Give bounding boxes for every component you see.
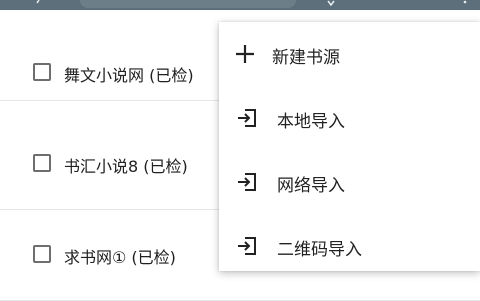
menu-item-qrcode-import[interactable]: 二维码导入: [219, 214, 480, 278]
import-icon: [238, 109, 256, 127]
source-name: 求书网① (已检): [64, 248, 176, 267]
overflow-menu: 新建书源 本地导入 网络导入 二维码导入: [219, 22, 480, 271]
menu-item-new-source[interactable]: 新建书源: [219, 22, 480, 86]
app-toolbar: [0, 0, 480, 10]
menu-item-label: 本地导入: [277, 112, 345, 132]
source-name: 书汇小说8 (已检): [64, 157, 188, 176]
source-checkbox[interactable]: [33, 245, 51, 263]
sort-icon[interactable]: [326, 0, 336, 6]
more-vert-icon[interactable]: [460, 0, 470, 6]
source-checkbox[interactable]: [33, 63, 51, 81]
import-icon: [238, 237, 256, 255]
menu-item-label: 网络导入: [277, 176, 345, 196]
menu-item-label: 二维码导入: [277, 240, 362, 260]
menu-item-label: 新建书源: [272, 48, 340, 68]
menu-item-network-import[interactable]: 网络导入: [219, 150, 480, 214]
back-arrow-icon[interactable]: [36, 0, 46, 6]
add-icon: [236, 45, 254, 63]
menu-item-local-import[interactable]: 本地导入: [219, 86, 480, 150]
search-bar[interactable]: [80, 0, 296, 8]
source-checkbox[interactable]: [33, 154, 51, 172]
source-name: 舞文小说网 (已检): [64, 66, 194, 85]
import-icon: [238, 173, 256, 191]
